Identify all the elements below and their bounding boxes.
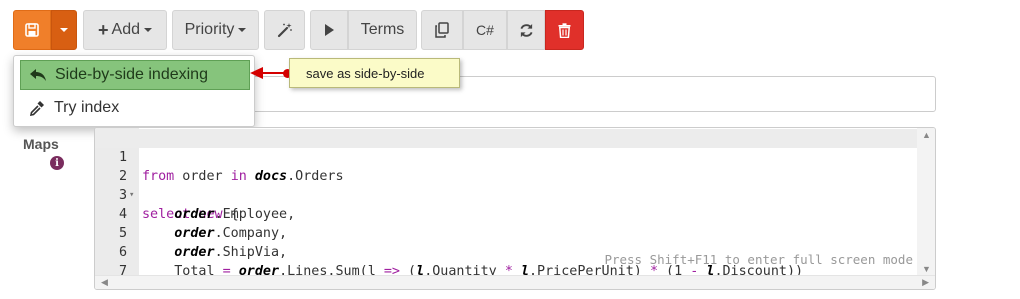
code-line: 3 order.Employee, — [95, 167, 917, 222]
trash-icon — [558, 22, 571, 38]
play-icon — [325, 24, 334, 36]
copy-icon — [435, 22, 449, 38]
delete-button[interactable] — [545, 10, 584, 50]
reply-arrow-icon — [21, 68, 55, 82]
scroll-down-icon[interactable]: ▼ — [922, 264, 931, 274]
scroll-right-icon[interactable]: ▶ — [922, 277, 929, 288]
info-icon[interactable]: i — [50, 156, 64, 170]
plus-icon: + — [98, 19, 109, 40]
save-options-dropdown-menu: Side-by-side indexing Try index — [13, 55, 255, 127]
caret-down-icon — [60, 28, 68, 32]
code-line: 4 order.Company, — [95, 186, 917, 241]
add-button-label: Add — [111, 21, 140, 38]
menu-item-try-index[interactable]: Try index — [20, 93, 250, 123]
priority-button-label: Priority — [184, 21, 235, 38]
copy-index-button[interactable] — [421, 10, 463, 50]
vertical-scrollbar[interactable]: ▲ ▼ — [917, 128, 935, 276]
scroll-left-icon[interactable]: ◀ — [101, 277, 108, 288]
floppy-disk-icon — [25, 23, 39, 37]
save-options-dropdown-toggle[interactable] — [51, 10, 77, 50]
horizontal-scrollbar[interactable]: ◀ ▶ — [95, 275, 935, 289]
refresh-button[interactable] — [507, 10, 545, 50]
test-index-button[interactable] — [310, 10, 348, 50]
refresh-icon — [519, 23, 533, 37]
maps-label: Maps — [23, 136, 59, 152]
scroll-up-icon[interactable]: ▲ — [922, 130, 931, 140]
code-line: 6 Total = order.Lines.Sum(l => (l.Quanti… — [95, 224, 917, 279]
terms-button[interactable]: Terms — [348, 10, 417, 50]
csharp-button-label: C# — [476, 22, 494, 38]
eyedropper-icon — [20, 100, 54, 116]
code-line: 2 ▾ select new { — [95, 148, 917, 222]
menu-item-label: Side-by-side indexing — [55, 66, 208, 83]
terms-button-label: Terms — [360, 21, 405, 38]
menu-item-side-by-side-indexing[interactable]: Side-by-side indexing — [20, 60, 250, 90]
format-index-button[interactable] — [264, 10, 305, 50]
caret-down-icon — [238, 28, 247, 32]
save-button[interactable] — [13, 10, 51, 50]
caret-down-icon — [143, 28, 152, 32]
priority-button[interactable]: Priority — [172, 10, 259, 50]
menu-item-label: Try index — [54, 99, 120, 116]
fullscreen-hint: Press Shift+F11 to enter full screen mod… — [604, 252, 913, 267]
add-button[interactable]: + Add — [83, 10, 167, 50]
callout-arrow-icon — [250, 67, 263, 79]
generate-csharp-button[interactable]: C# — [463, 10, 507, 50]
annotation-callout: save as side-by-side — [289, 58, 460, 88]
map-code-editor[interactable]: 1 from order in docs.Orders 2 ▾ select n… — [94, 127, 936, 290]
code-line: 1 from order in docs.Orders — [95, 129, 917, 184]
code-line: 5 order.ShipVia, — [95, 205, 917, 260]
magic-wand-icon — [277, 23, 292, 38]
callout-text: save as side-by-side — [306, 65, 425, 81]
